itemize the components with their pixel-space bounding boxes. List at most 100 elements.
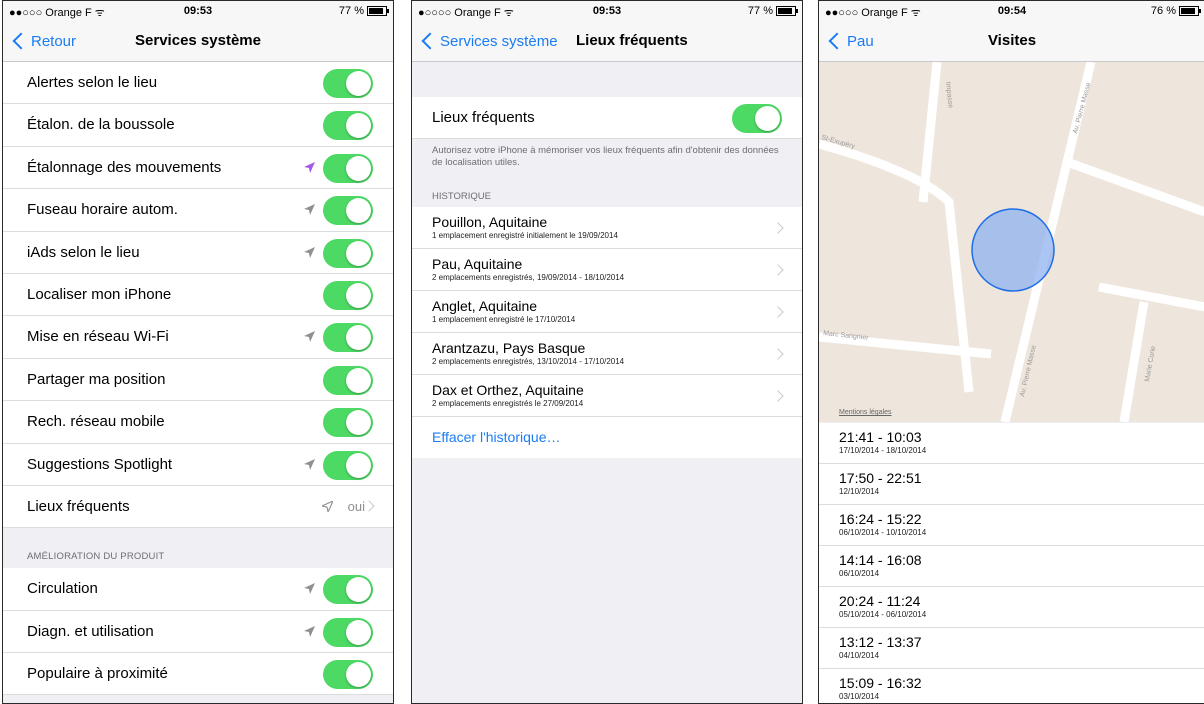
row-label: Populaire à proximité bbox=[27, 665, 168, 683]
status-bar: ●○○○○ Orange F ᯤ 09:53 77 % bbox=[412, 1, 802, 21]
visit-row: 13:12 - 13:37 04/10/2014 bbox=[819, 628, 1204, 669]
location-arrow-icon bbox=[304, 204, 315, 216]
row-fuseau[interactable]: Fuseau horaire autom. bbox=[3, 189, 393, 232]
toggle-switch[interactable] bbox=[323, 617, 373, 647]
history-row[interactable]: Pouillon, Aquitaine 1 emplacement enregis… bbox=[412, 207, 802, 250]
row-wifi[interactable]: Mise en réseau Wi-Fi bbox=[3, 316, 393, 359]
row-mouvements[interactable]: Étalonnage des mouvements bbox=[3, 146, 393, 190]
history-row[interactable]: Anglet, Aquitaine 1 emplacement enregistr… bbox=[412, 291, 802, 334]
toggle-switch[interactable] bbox=[323, 111, 373, 141]
page-title: Services système bbox=[135, 32, 261, 49]
nav-bar: Pau Visites bbox=[819, 21, 1204, 62]
page-title: Visites bbox=[987, 32, 1037, 49]
back-label: Services système bbox=[440, 32, 558, 50]
history-place: Pouillon, Aquitaine bbox=[432, 214, 548, 231]
visit-date: 06/10/2014 - 10/10/2014 bbox=[839, 528, 927, 537]
visit-location-circle bbox=[971, 208, 1055, 292]
settings-list: Alertes selon le lieu Étalon. de la bous… bbox=[3, 62, 393, 703]
clock: 09:53 bbox=[592, 5, 622, 17]
phone-screen-system-services: ●●○○○ Orange F ᯤ 09:53 77 % Retour Servi… bbox=[2, 0, 394, 704]
visit-row: 21:41 - 10:03 17/10/2014 - 18/10/2014 bbox=[819, 423, 1204, 464]
frequent-locations-list: Lieux fréquents Autorisez votre iPhone à… bbox=[412, 62, 802, 703]
history-detail: 2 emplacements enregistrés, 19/09/2014 -… bbox=[432, 273, 625, 283]
section-header: AMÉLIORATION DU PRODUIT bbox=[3, 528, 393, 568]
battery-indicator: 77 % bbox=[748, 5, 798, 17]
location-arrow-icon bbox=[304, 625, 315, 637]
row-label: Fuseau horaire autom. bbox=[27, 201, 178, 219]
toggle-switch[interactable] bbox=[732, 104, 782, 133]
toggle-switch[interactable] bbox=[323, 238, 373, 268]
map-view[interactable]: Impasse Av. Pierre Masse St-Exupéry Marc… bbox=[819, 62, 1204, 422]
battery-indicator: 77 % bbox=[338, 5, 389, 17]
row-spotlight[interactable]: Suggestions Spotlight bbox=[3, 443, 393, 486]
toggle-switch[interactable] bbox=[323, 196, 373, 226]
row-label: Lieux fréquents bbox=[27, 497, 130, 515]
row-frequent-toggle[interactable]: Lieux fréquents bbox=[412, 97, 802, 140]
location-arrow-icon bbox=[304, 331, 315, 343]
street-marie-curie bbox=[1119, 301, 1149, 422]
toggle-switch[interactable] bbox=[323, 153, 373, 183]
row-boussole[interactable]: Étalon. de la boussole bbox=[3, 104, 393, 147]
visit-time: 20:24 - 11:24 bbox=[839, 593, 921, 609]
row-reseau-mobile[interactable]: Rech. réseau mobile bbox=[3, 401, 393, 444]
map-credit-link[interactable]: Mentions légales bbox=[839, 409, 892, 416]
clear-history-button[interactable]: Effacer l'historique… bbox=[412, 417, 802, 459]
history-place: Arantzazu, Pays Basque bbox=[432, 340, 586, 357]
row-localiser[interactable]: Localiser mon iPhone bbox=[3, 273, 393, 317]
phone-screen-visits: ●●○○○ Orange F ᯤ 09:54 76 % Pau Visites … bbox=[818, 0, 1204, 704]
section-title: HISTORIQUE bbox=[432, 191, 491, 203]
back-button[interactable]: Services système bbox=[418, 21, 558, 61]
row-partager[interactable]: Partager ma position bbox=[3, 358, 393, 402]
battery-icon bbox=[1179, 6, 1201, 16]
row-diagnostic[interactable]: Diagn. et utilisation bbox=[3, 610, 393, 654]
row-label: Étalonnage des mouvements bbox=[27, 158, 222, 176]
battery-icon bbox=[367, 6, 389, 16]
history-place: Pau, Aquitaine bbox=[432, 256, 523, 273]
history-row[interactable]: Arantzazu, Pays Basque 2 emplacements enr… bbox=[412, 333, 802, 376]
page-title: Lieux fréquents bbox=[576, 32, 688, 49]
row-alertes[interactable]: Alertes selon le lieu bbox=[3, 62, 393, 105]
row-circulation[interactable]: Circulation bbox=[3, 568, 393, 611]
visit-time: 14:14 - 16:08 bbox=[839, 552, 922, 568]
toggle-switch[interactable] bbox=[323, 365, 373, 395]
chevron-right-icon bbox=[772, 348, 784, 361]
phone-screen-frequent-locations: ●○○○○ Orange F ᯤ 09:53 77 % Services sys… bbox=[411, 0, 803, 704]
street-label: Marie Curie bbox=[1144, 345, 1157, 382]
history-row[interactable]: Dax et Orthez, Aquitaine 2 emplacements e… bbox=[412, 375, 802, 418]
toggle-switch[interactable] bbox=[323, 450, 373, 480]
visit-date: 03/10/2014 bbox=[839, 692, 880, 701]
clock: 09:53 bbox=[183, 5, 213, 17]
location-arrow-icon bbox=[304, 458, 315, 470]
row-populaire[interactable]: Populaire à proximité bbox=[3, 653, 393, 696]
battery-icon bbox=[776, 6, 798, 16]
toggle-switch[interactable] bbox=[323, 69, 373, 98]
chevron-right-icon bbox=[772, 264, 784, 277]
chevron-left-icon bbox=[421, 32, 439, 50]
visit-date: 17/10/2014 - 18/10/2014 bbox=[839, 446, 927, 455]
visit-time: 17:50 - 22:51 bbox=[839, 470, 922, 486]
row-label: Partager ma position bbox=[27, 370, 166, 388]
battery-percent: 77 % bbox=[338, 5, 364, 17]
toggle-switch[interactable] bbox=[323, 575, 373, 605]
toggle-switch[interactable] bbox=[323, 660, 373, 690]
history-detail: 1 emplacement enregistré initialement le… bbox=[432, 231, 618, 241]
history-row[interactable]: Pau, Aquitaine 2 emplacements enregistrés… bbox=[412, 249, 802, 292]
row-iads[interactable]: iAds selon le lieu bbox=[3, 231, 393, 274]
chevron-right-icon bbox=[772, 306, 784, 319]
street-right bbox=[1098, 282, 1204, 312]
toggle-switch[interactable] bbox=[323, 280, 373, 310]
toggle-switch[interactable] bbox=[323, 408, 373, 438]
status-bar: ●●○○○ Orange F ᯤ 09:53 77 % bbox=[3, 1, 393, 21]
toggle-switch[interactable] bbox=[323, 323, 373, 353]
row-label: Suggestions Spotlight bbox=[27, 455, 173, 473]
section-header: HISTORIQUE bbox=[412, 179, 802, 207]
row-label: Lieux fréquents bbox=[432, 109, 535, 126]
battery-percent: 76 % bbox=[1150, 5, 1176, 17]
visit-time: 13:12 - 13:37 bbox=[839, 634, 922, 650]
chevron-right-icon bbox=[772, 390, 784, 403]
visits-list: 21:41 - 10:03 17/10/2014 - 18/10/2014 17:… bbox=[819, 423, 1204, 703]
history-place: Anglet, Aquitaine bbox=[432, 298, 538, 315]
row-lieux-frequents[interactable]: Lieux fréquents oui bbox=[3, 485, 393, 529]
visit-date: 12/10/2014 bbox=[839, 487, 880, 496]
